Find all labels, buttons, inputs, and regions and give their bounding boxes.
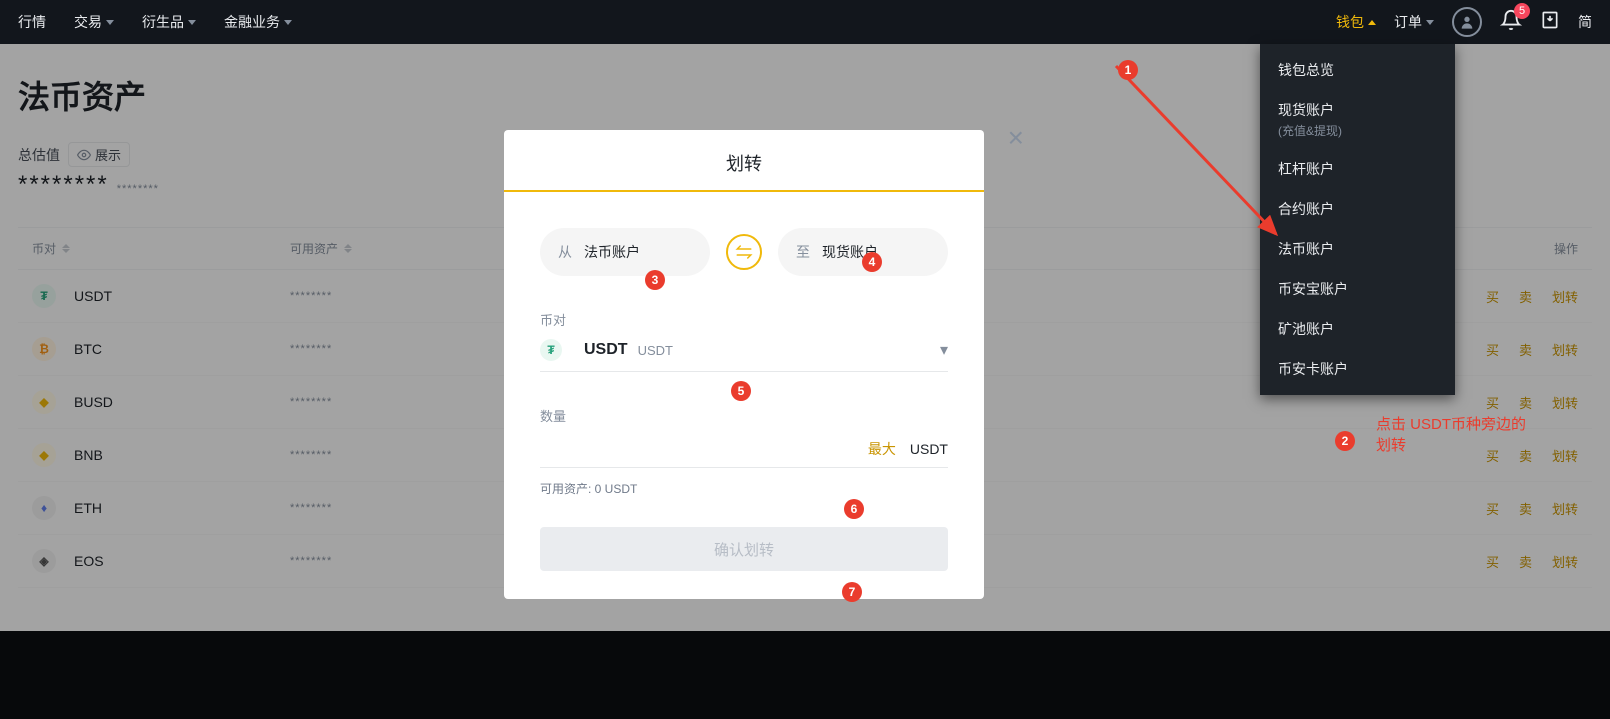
from-value: 法币账户 — [584, 242, 640, 262]
wallet-menu-item-1[interactable]: 现货账户(充值&提现) — [1260, 90, 1455, 149]
caret-up-icon — [1368, 20, 1376, 25]
annotation-badge-1: 1 — [1118, 60, 1138, 80]
coin-fullname: USDT — [638, 343, 673, 358]
user-icon — [1459, 14, 1475, 30]
caret-down-icon — [284, 20, 292, 25]
wallet-menu-item-3[interactable]: 合约账户 — [1260, 189, 1455, 229]
nav-language[interactable]: 简 — [1578, 12, 1592, 32]
caret-down-icon — [1426, 20, 1434, 25]
amount-input-row[interactable]: 最大 USDT — [540, 435, 948, 468]
caret-down-icon — [106, 20, 114, 25]
wallet-menu-item-6[interactable]: 矿池账户 — [1260, 309, 1455, 349]
swap-icon — [735, 243, 753, 261]
transfer-modal: × 划转 从 法币账户 至 现货账户 币对 ₮ USDT USDT ▾ 数量 最… — [504, 130, 984, 599]
nav-item-0[interactable]: 行情 — [18, 12, 46, 32]
chevron-down-icon: ▾ — [940, 340, 948, 360]
top-nav: 行情 交易 衍生品 金融业务 钱包 订单 5 简 — [0, 0, 1610, 44]
swap-accounts-button[interactable] — [726, 234, 762, 270]
caret-down-icon — [188, 20, 196, 25]
nav-item-3[interactable]: 金融业务 — [224, 12, 292, 32]
amount-unit: USDT — [910, 441, 948, 457]
annotation-badge-3: 3 — [645, 270, 665, 290]
coin-field: 币对 ₮ USDT USDT ▾ — [504, 310, 984, 372]
available-balance-text: 可用资产: 0 USDT — [540, 480, 948, 497]
max-button[interactable]: 最大 — [868, 439, 896, 459]
from-label: 从 — [558, 242, 572, 262]
nav-orders[interactable]: 订单 — [1394, 12, 1434, 32]
coin-select[interactable]: ₮ USDT USDT ▾ — [540, 339, 948, 372]
wallet-menu-item-5[interactable]: 币安宝账户 — [1260, 269, 1455, 309]
coin-label: 币对 — [540, 310, 948, 329]
wallet-menu-item-4[interactable]: 法币账户 — [1260, 229, 1455, 269]
wallet-dropdown: 钱包总览现货账户(充值&提现)杠杆账户合约账户法币账户币安宝账户矿池账户币安卡账… — [1260, 44, 1455, 395]
to-account-select[interactable]: 至 现货账户 — [778, 228, 948, 276]
annotation-text: 点击 USDT币种旁边的划转 — [1376, 414, 1536, 456]
annotation-badge-7: 7 — [842, 582, 862, 602]
coin-symbol: USDT — [584, 341, 628, 359]
tether-icon: ₮ — [540, 339, 562, 361]
amount-field: 数量 最大 USDT 可用资产: 0 USDT — [504, 406, 984, 497]
to-label: 至 — [796, 242, 810, 262]
annotation-badge-5: 5 — [731, 381, 751, 401]
close-icon[interactable]: × — [1008, 122, 1024, 154]
notifications-button[interactable]: 5 — [1500, 9, 1522, 36]
notification-badge: 5 — [1514, 3, 1530, 19]
confirm-transfer-button[interactable]: 确认划转 — [540, 527, 948, 571]
annotation-badge-6: 6 — [844, 499, 864, 519]
download-button[interactable] — [1540, 10, 1560, 35]
wallet-menu-item-7[interactable]: 币安卡账户 — [1260, 349, 1455, 389]
annotation-badge-2: 2 — [1335, 431, 1355, 451]
annotation-badge-4: 4 — [862, 252, 882, 272]
wallet-menu-item-0[interactable]: 钱包总览 — [1260, 50, 1455, 90]
user-account-button[interactable] — [1452, 7, 1482, 37]
from-account-select[interactable]: 从 法币账户 — [540, 228, 710, 276]
transfer-accounts-row: 从 法币账户 至 现货账户 — [504, 228, 984, 276]
download-icon — [1540, 10, 1560, 30]
nav-item-1[interactable]: 交易 — [74, 12, 114, 32]
modal-title: 划转 — [504, 130, 984, 192]
wallet-menu-item-2[interactable]: 杠杆账户 — [1260, 149, 1455, 189]
nav-item-2[interactable]: 衍生品 — [142, 12, 196, 32]
nav-wallet[interactable]: 钱包 — [1336, 12, 1376, 32]
amount-label: 数量 — [540, 406, 948, 425]
